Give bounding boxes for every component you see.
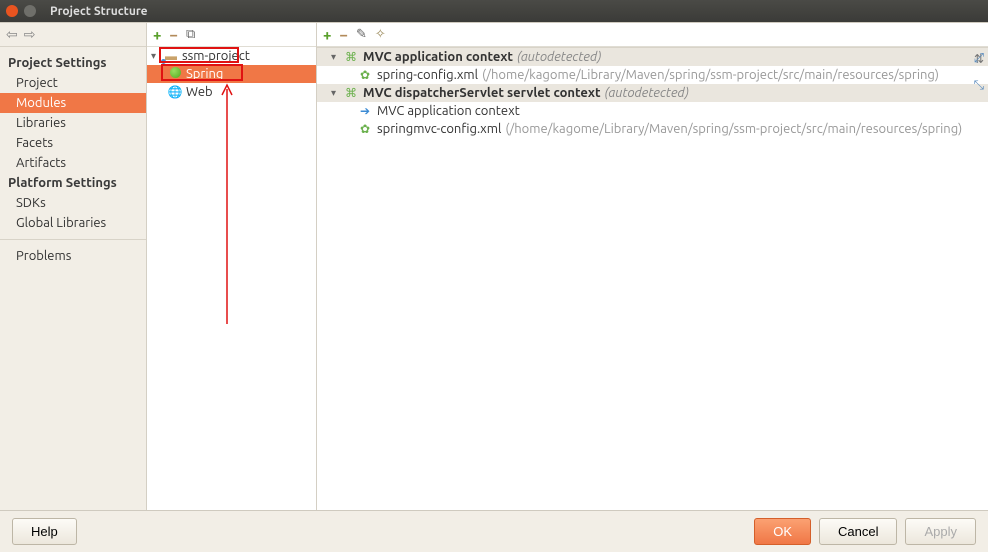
expand-icon[interactable]: ▾ [331, 51, 343, 63]
sidebar-header: Project Settings [0, 53, 146, 73]
details-panel: + − ✎ ✧ ▾ ⌘ MVC application context (aut… [317, 23, 988, 510]
sidebar-item-problems[interactable]: Problems [0, 246, 146, 266]
context-name: MVC application context [363, 50, 513, 64]
sidebar-item-modules[interactable]: Modules [0, 93, 146, 113]
remove-icon[interactable]: − [169, 26, 177, 43]
help-button[interactable]: Help [12, 518, 77, 545]
config-file-name: spring-config.xml [377, 68, 478, 82]
expand-all-icon[interactable]: ⤢ [974, 51, 984, 66]
module-panel: + − ⧉ ▾ ▬ ssm-project Spring 🌐 Web [147, 23, 317, 510]
annotation-arrow [221, 81, 233, 324]
edit-icon[interactable]: ✎ [356, 27, 367, 42]
config-file-path: (/home/kagome/Library/Maven/spring/ssm-p… [505, 122, 962, 136]
beans-icon: ⌘ [343, 50, 359, 64]
tree-row-spring[interactable]: Spring [147, 65, 316, 83]
minimize-window-button[interactable] [24, 5, 36, 17]
context-list[interactable]: ▾ ⌘ MVC application context (autodetecte… [317, 47, 988, 510]
cancel-button[interactable]: Cancel [819, 518, 897, 545]
autodetected-label: (autodetected) [517, 50, 601, 64]
context-item[interactable]: ➔ MVC application context [317, 102, 988, 120]
context-name: MVC dispatcherServlet servlet context [363, 86, 601, 100]
separator [0, 239, 146, 240]
autodetected-label: (autodetected) [605, 86, 689, 100]
sidebar-item-facets[interactable]: Facets [0, 133, 146, 153]
config-file-icon: ✿ [357, 68, 373, 82]
config-file-icon: ✿ [357, 122, 373, 136]
close-window-button[interactable] [6, 5, 18, 17]
config-file-name: springmvc-config.xml [377, 122, 501, 136]
facet-label: Spring [186, 67, 223, 81]
sidebar-item-global-libraries[interactable]: Global Libraries [0, 213, 146, 233]
add-icon[interactable]: + [323, 26, 331, 43]
expand-icon[interactable]: ▾ [331, 87, 343, 99]
sidebar-item-project[interactable]: Project [0, 73, 146, 93]
sidebar-item-sdks[interactable]: SDKs [0, 193, 146, 213]
module-tree[interactable]: ▾ ▬ ssm-project Spring 🌐 Web [147, 47, 316, 510]
titlebar: Project Structure [0, 0, 988, 22]
apply-button[interactable]: Apply [905, 518, 976, 545]
context-item[interactable]: ✿ spring-config.xml (/home/kagome/Librar… [317, 66, 988, 84]
web-icon: 🌐 [167, 85, 183, 99]
tree-row-root[interactable]: ▾ ▬ ssm-project [147, 47, 316, 65]
ok-button[interactable]: OK [754, 518, 811, 545]
context-header[interactable]: ▾ ⌘ MVC application context (autodetecte… [317, 47, 988, 66]
context-item[interactable]: ✿ springmvc-config.xml (/home/kagome/Lib… [317, 120, 988, 138]
main-area: ⇦ ⇨ Project Settings Project Modules Lib… [0, 22, 988, 510]
tree-row-web[interactable]: 🌐 Web [147, 83, 316, 101]
config-file-path: (/home/kagome/Library/Maven/spring/ssm-p… [482, 68, 939, 82]
linked-context-name: MVC application context [377, 104, 520, 118]
facet-label: Web [186, 85, 213, 99]
module-toolbar: + − ⧉ [147, 23, 316, 47]
add-icon[interactable]: + [153, 26, 161, 43]
right-gutter-icons: ⤢ ⤡ [974, 51, 984, 93]
back-icon[interactable]: ⇦ [6, 26, 18, 43]
wand-icon[interactable]: ✧ [375, 27, 386, 42]
details-toolbar: + − ✎ ✧ [317, 23, 988, 47]
module-label: ssm-project [182, 49, 250, 63]
link-icon: ➔ [357, 104, 373, 118]
copy-icon[interactable]: ⧉ [186, 27, 195, 42]
remove-icon[interactable]: − [339, 26, 347, 43]
sidebar-item-artifacts[interactable]: Artifacts [0, 153, 146, 173]
sidebar-header: Platform Settings [0, 173, 146, 193]
dialog-footer: Help OK Cancel Apply [0, 510, 988, 552]
context-header[interactable]: ▾ ⌘ MVC dispatcherServlet servlet contex… [317, 84, 988, 102]
beans-icon: ⌘ [343, 86, 359, 100]
settings-sidebar: ⇦ ⇨ Project Settings Project Modules Lib… [0, 23, 147, 510]
forward-icon[interactable]: ⇨ [24, 26, 36, 43]
spring-icon [167, 67, 183, 81]
collapse-all-icon[interactable]: ⤡ [974, 78, 984, 93]
window-title: Project Structure [50, 5, 148, 18]
sidebar-nav: ⇦ ⇨ [0, 23, 146, 47]
module-icon: ▬ [163, 49, 179, 63]
sidebar-item-libraries[interactable]: Libraries [0, 113, 146, 133]
